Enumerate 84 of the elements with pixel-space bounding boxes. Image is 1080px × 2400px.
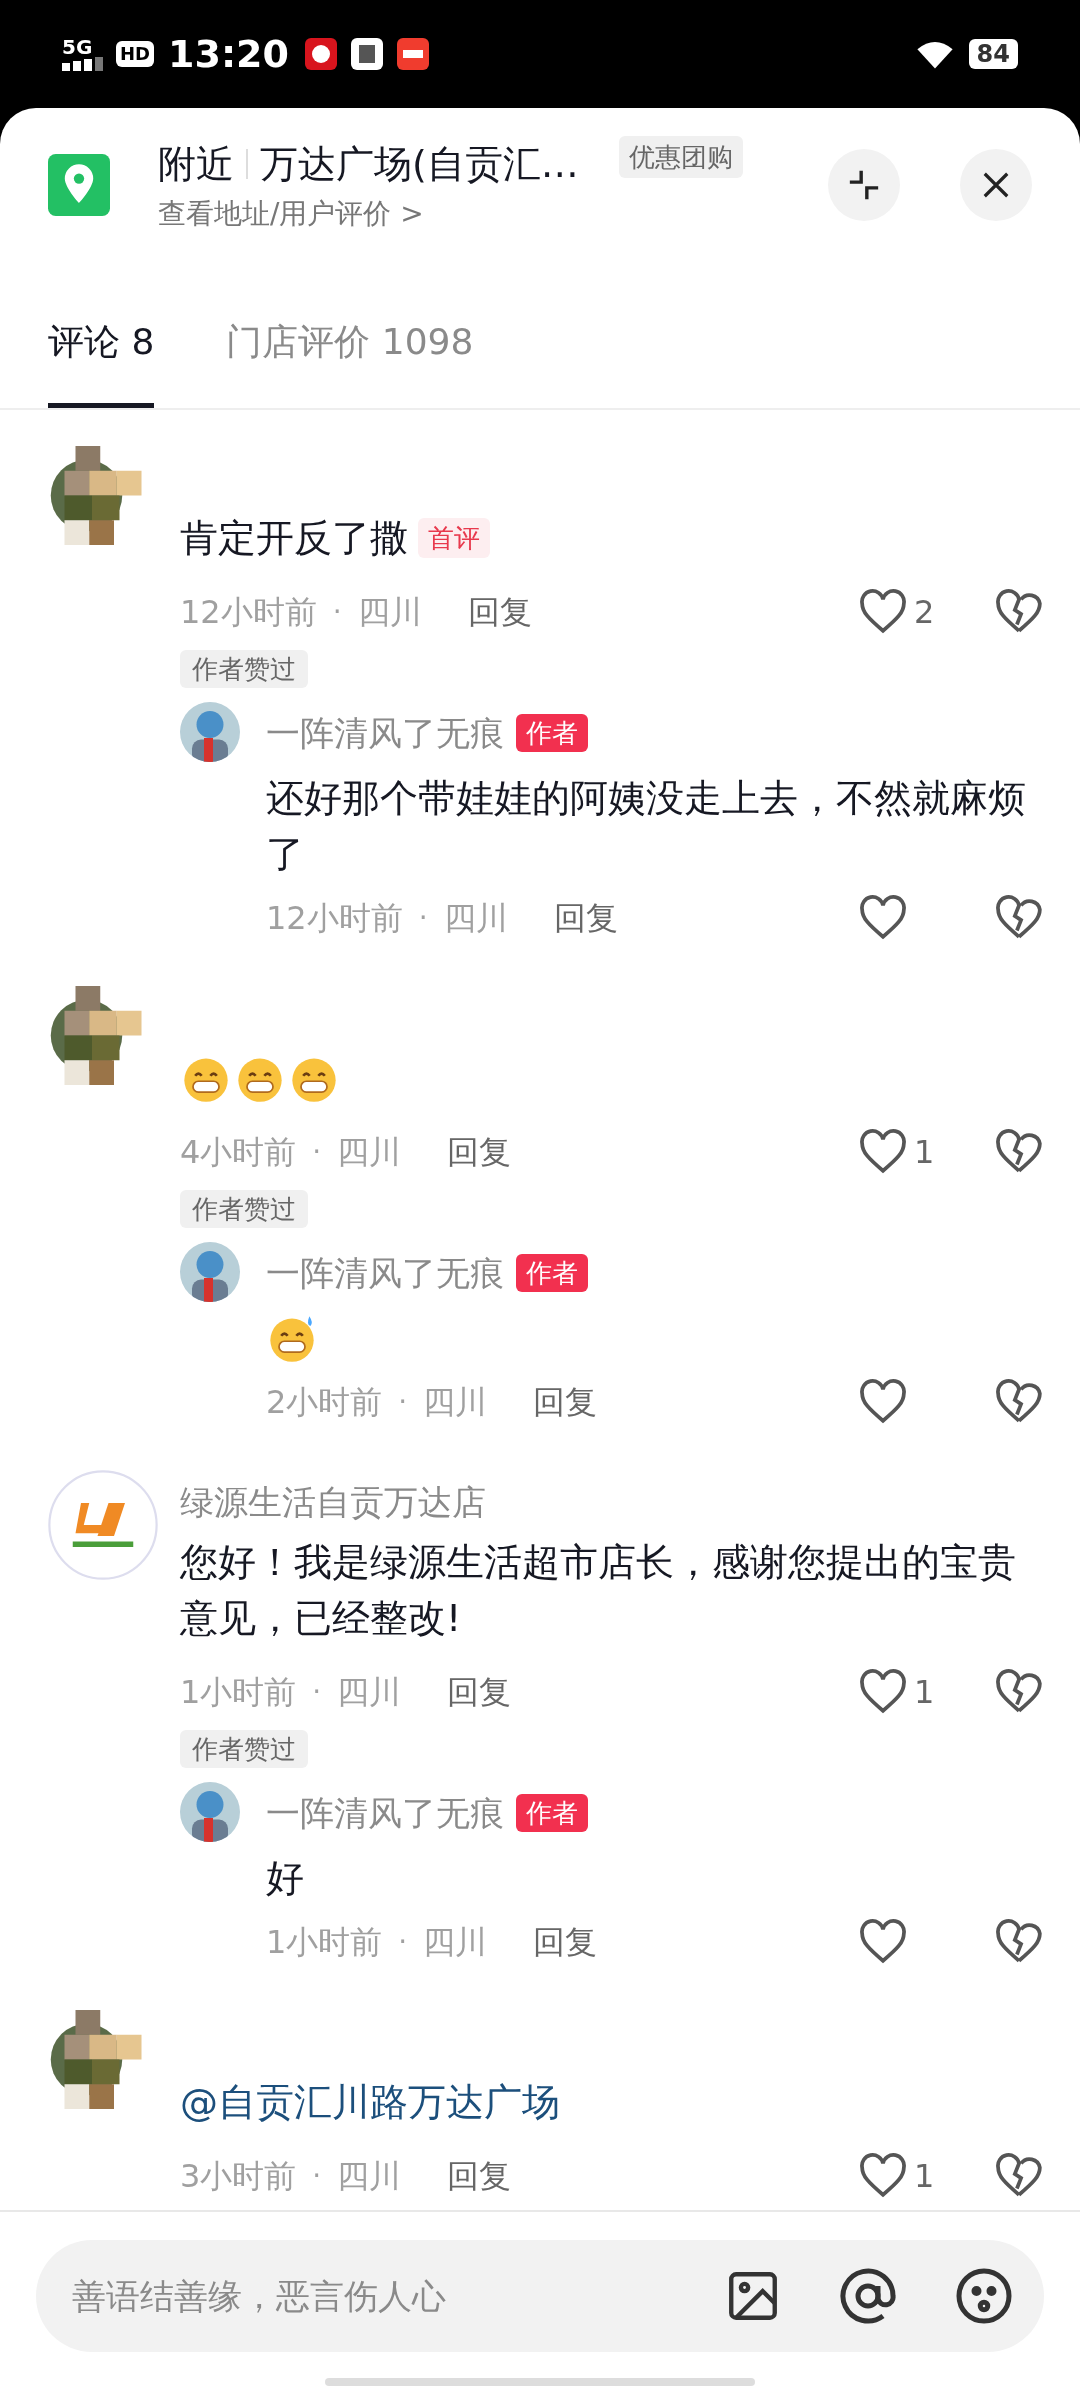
broken-heart-icon[interactable]	[994, 1919, 1044, 1965]
dot-separator: ·	[418, 900, 428, 936]
time-text: 2小时前	[266, 1382, 383, 1423]
app-notification-icon	[305, 38, 337, 70]
replier-name[interactable]: 一阵清风了无痕	[266, 1787, 504, 1839]
region-text: 四川	[423, 1382, 488, 1423]
dot-separator: ·	[312, 1134, 322, 1170]
author-badge: 作者	[516, 1794, 588, 1832]
broken-heart-icon[interactable]	[994, 1669, 1044, 1715]
hd-badge: HD	[116, 41, 154, 67]
comment-text: 您好！我是绿源生活超市店长，感谢您提出的宝贵意见，已经整改!	[180, 1539, 1017, 1642]
comment-text: 好	[266, 1855, 304, 1902]
heart-icon[interactable]	[858, 589, 908, 635]
author-badge: 作者	[516, 714, 588, 752]
place-title[interactable]: 万达广场(自贡汇…	[260, 135, 579, 193]
broken-heart-icon[interactable]	[994, 589, 1044, 635]
heart-icon[interactable]	[858, 1129, 908, 1175]
comment-input-bar[interactable]: 善语结善缘，恶言伤人心	[36, 2240, 1044, 2352]
reply-button[interactable]: 回复	[533, 1918, 598, 1966]
broken-heart-icon[interactable]	[994, 1379, 1044, 1425]
heart-icon[interactable]	[858, 2153, 908, 2199]
dot-separator: ·	[312, 1674, 322, 1710]
reply-button[interactable]: 回复	[447, 1668, 512, 1716]
region-text: 四川	[357, 592, 422, 633]
reply-button[interactable]: 回复	[533, 1378, 598, 1426]
region-text: 四川	[337, 2156, 402, 2197]
time-text: 3小时前	[180, 2156, 297, 2197]
store-logo-icon[interactable]	[48, 1470, 158, 1580]
replier-name[interactable]: 一阵清风了无痕	[266, 1247, 504, 1299]
broken-heart-icon[interactable]	[994, 895, 1044, 941]
time-text: 12小时前	[180, 592, 317, 633]
nearby-label[interactable]: 附近	[158, 135, 234, 193]
like-count: 1	[914, 1132, 935, 1173]
time-text: 12小时前	[266, 898, 403, 939]
mention-link[interactable]: @自贡汇川路万达广场	[180, 2074, 1080, 2130]
like-count: 1	[914, 1672, 935, 1713]
location-pin-icon	[48, 154, 110, 216]
region-text: 四川	[443, 898, 508, 939]
time-text: 4小时前	[180, 1132, 297, 1173]
dot-separator: ·	[398, 1384, 408, 1420]
collapse-icon	[847, 168, 881, 202]
heart-icon[interactable]	[858, 1919, 908, 1965]
battery-indicator: 84	[968, 39, 1018, 69]
reply-button[interactable]: 回复	[447, 2152, 512, 2200]
reply-button[interactable]: 回复	[447, 1128, 512, 1176]
comment-text: 还好那个带娃娃的阿姨没走上去，不然就麻烦了	[266, 775, 1027, 878]
tab[interactable]: 评论 8	[48, 315, 155, 408]
like-count: 2	[914, 592, 935, 633]
reply-button[interactable]: 回复	[553, 894, 618, 942]
broken-heart-icon[interactable]	[994, 1129, 1044, 1175]
region-text: 四川	[337, 1132, 402, 1173]
region-text: 四川	[337, 1672, 402, 1713]
first-comment-badge: 首评	[418, 518, 490, 558]
close-icon	[981, 170, 1011, 200]
app-notification-icon	[397, 38, 429, 70]
heart-icon[interactable]	[858, 895, 908, 941]
tab[interactable]: 门店评价 1098	[226, 315, 474, 408]
author-liked-tag: 作者赞过	[180, 650, 308, 688]
like-count: 1	[914, 2156, 935, 2197]
region-text: 四川	[423, 1922, 488, 1963]
heart-icon[interactable]	[858, 1669, 908, 1715]
broken-heart-icon[interactable]	[994, 2153, 1044, 2199]
reply-button[interactable]: 回复	[467, 588, 532, 636]
time-text: 1小时前	[266, 1922, 383, 1963]
clock-text: 13:20	[168, 30, 289, 78]
dot-separator: ·	[332, 594, 342, 630]
dot-separator: ·	[398, 1924, 408, 1960]
network-text: 5G	[62, 37, 93, 57]
mention-icon[interactable]	[838, 2266, 898, 2326]
replier-name[interactable]: 一阵清风了无痕	[266, 707, 504, 759]
heart-icon[interactable]	[858, 1379, 908, 1425]
time-text: 1小时前	[180, 1672, 297, 1713]
author-badge: 作者	[516, 1254, 588, 1292]
author-liked-tag: 作者赞过	[180, 1190, 308, 1228]
app-notification-icon	[351, 38, 383, 70]
comment-text: 肯定开反了撒	[180, 515, 408, 562]
emoji-icon[interactable]	[954, 2266, 1014, 2326]
address-reviews-link[interactable]: 查看地址/用户评价 >	[158, 192, 743, 235]
group-deal-badge: 优惠团购	[618, 135, 743, 178]
signal-icon	[62, 57, 106, 71]
author-liked-tag: 作者赞过	[180, 1730, 308, 1768]
commenter-name[interactable]: 绿源生活自贡万达店	[180, 1476, 486, 1528]
comment-input[interactable]: 善语结善缘，恶言伤人心	[72, 2270, 724, 2322]
dot-separator: ·	[312, 2158, 322, 2194]
